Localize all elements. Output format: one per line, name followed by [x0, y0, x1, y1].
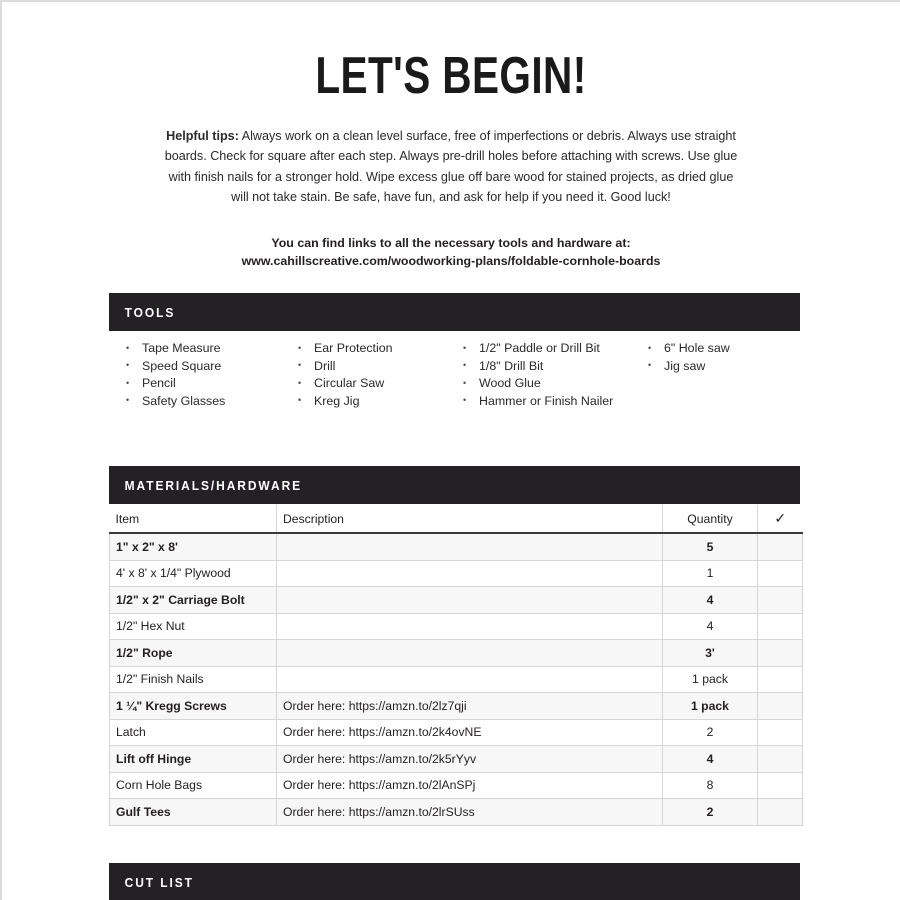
cell-description[interactable]: Order here: https://amzn.to/2lAnSPj	[276, 771, 663, 799]
cell-item: Gulf Tees	[109, 798, 277, 826]
table-row: 1" x 2" x 8' 5	[109, 532, 803, 561]
cell-item: Lift off Hinge	[109, 745, 277, 773]
cell-item: 1 ¼" Kregg Screws	[109, 692, 277, 720]
cell-item: 1/2" Finish Nails	[109, 665, 277, 693]
tool-item: Ear Protection	[294, 340, 459, 358]
cell-checkbox[interactable]	[757, 718, 803, 746]
tool-item: Jig saw	[644, 357, 784, 376]
cell-description	[276, 559, 663, 587]
tools-list: Tape Measure Speed Square Pencil Safety …	[122, 340, 802, 410]
section-header-tools-label: TOOLS	[124, 304, 176, 320]
tool-item: Wood Glue	[459, 375, 644, 393]
cell-checkbox[interactable]	[757, 559, 803, 587]
tools-column-3-list: 1/2" Paddle or Drill Bit 1/8" Drill Bit …	[459, 340, 644, 410]
table-header-row: Item Description Quantity ✓	[109, 505, 803, 534]
tool-item: 1/8" Drill Bit	[459, 357, 644, 376]
section-header-materials-label: MATERIALS/HARDWARE	[124, 477, 303, 493]
table-row: Lift off Hinge Order here: https://amzn.…	[109, 745, 803, 773]
section-header-cutlist-label: CUT LIST	[124, 874, 194, 890]
section-header-cutlist: CUT LIST	[109, 863, 800, 900]
checkmark-icon: ✓	[757, 505, 803, 534]
tools-column-4: 6" Hole saw Jig saw	[644, 340, 784, 410]
cell-quantity: 1 pack	[662, 692, 758, 720]
cell-description	[276, 612, 663, 640]
cell-item: Corn Hole Bags	[109, 771, 277, 799]
cell-item: 1" x 2" x 8'	[109, 532, 277, 561]
tools-column-4-list: 6" Hole saw Jig saw	[644, 340, 784, 375]
table-row: Corn Hole Bags Order here: https://amzn.…	[109, 771, 803, 799]
cell-description[interactable]: Order here: https://amzn.to/2k5rYyv	[276, 745, 663, 773]
cell-checkbox[interactable]	[757, 532, 803, 561]
tools-column-2: Ear Protection Drill Circular Saw Kreg J…	[294, 340, 459, 410]
cell-checkbox[interactable]	[757, 771, 803, 799]
tools-column-2-list: Ear Protection Drill Circular Saw Kreg J…	[294, 340, 459, 410]
tool-item: Tape Measure	[122, 340, 294, 358]
cell-quantity: 3'	[662, 639, 758, 667]
cell-checkbox[interactable]	[757, 612, 803, 640]
cell-item: 1/2" Hex Nut	[109, 612, 277, 640]
helpful-tips-body: Always work on a clean level surface, fr…	[164, 129, 738, 205]
cell-quantity: 2	[662, 798, 758, 826]
cell-quantity: 4	[662, 745, 758, 773]
tool-item: Speed Square	[122, 357, 294, 376]
materials-table: Item Description Quantity ✓ 1" x 2" x 8'…	[109, 505, 803, 826]
tool-item: Hammer or Finish Nailer	[459, 392, 644, 411]
tool-item: Pencil	[122, 375, 294, 393]
table-row: 1/2" x 2" Carriage Bolt 4	[109, 586, 803, 614]
cell-description	[276, 532, 663, 561]
cell-checkbox[interactable]	[757, 639, 803, 667]
table-row: 1/2" Rope 3'	[109, 639, 803, 667]
tools-column-1-list: Tape Measure Speed Square Pencil Safety …	[122, 340, 294, 410]
table-row: Gulf Tees Order here: https://amzn.to/2l…	[109, 798, 803, 826]
cell-checkbox[interactable]	[757, 798, 803, 826]
cell-quantity: 4	[662, 612, 758, 640]
cell-description	[276, 639, 663, 667]
tools-column-1: Tape Measure Speed Square Pencil Safety …	[122, 340, 294, 410]
cell-quantity: 8	[662, 771, 758, 799]
materials-table-body: 1" x 2" x 8' 5 4' x 8' x 1/4" Plywood 1 …	[109, 532, 803, 826]
page-title: LET'S BEGIN!	[315, 47, 587, 105]
table-row: 1/2" Hex Nut 4	[109, 612, 803, 640]
column-header-quantity: Quantity	[662, 505, 758, 534]
tool-item: 6" Hole saw	[644, 340, 784, 358]
tool-item: Drill	[294, 357, 459, 376]
cell-checkbox[interactable]	[757, 692, 803, 720]
cell-item: Latch	[109, 718, 277, 746]
cell-checkbox[interactable]	[757, 665, 803, 693]
tool-item: 1/2" Paddle or Drill Bit	[459, 340, 644, 358]
helpful-tips-paragraph: Helpful tips: Always work on a clean lev…	[164, 126, 739, 208]
cell-quantity: 1 pack	[662, 665, 758, 693]
cell-description[interactable]: Order here: https://amzn.to/2lrSUss	[276, 798, 663, 826]
resource-links: You can find links to all the necessary …	[141, 234, 761, 271]
cell-checkbox[interactable]	[757, 745, 803, 773]
column-header-description: Description	[276, 505, 663, 534]
table-row: 1 ¼" Kregg Screws Order here: https://am…	[109, 692, 803, 720]
tool-item: Safety Glasses	[122, 392, 294, 411]
resource-links-url[interactable]: www.cahillscreative.com/woodworking-plan…	[141, 252, 761, 271]
section-header-tools: TOOLS	[109, 293, 800, 331]
tool-item: Kreg Jig	[294, 392, 459, 411]
cell-item: 1/2" x 2" Carriage Bolt	[109, 586, 277, 614]
cell-checkbox[interactable]	[757, 586, 803, 614]
cell-item: 4' x 8' x 1/4" Plywood	[109, 559, 277, 587]
cell-quantity: 4	[662, 586, 758, 614]
tool-item: Circular Saw	[294, 375, 459, 393]
cell-quantity: 2	[662, 718, 758, 746]
document-page: LET'S BEGIN! Helpful tips: Always work o…	[0, 0, 900, 900]
table-row: Latch Order here: https://amzn.to/2k4ovN…	[109, 718, 803, 746]
table-row: 4' x 8' x 1/4" Plywood 1	[109, 559, 803, 587]
table-row: 1/2" Finish Nails 1 pack	[109, 665, 803, 693]
cell-description	[276, 665, 663, 693]
cell-item: 1/2" Rope	[109, 639, 277, 667]
tools-column-3: 1/2" Paddle or Drill Bit 1/8" Drill Bit …	[459, 340, 644, 410]
cell-description[interactable]: Order here: https://amzn.to/2k4ovNE	[276, 718, 663, 746]
section-header-materials: MATERIALS/HARDWARE	[109, 466, 800, 504]
helpful-tips-label: Helpful tips:	[166, 129, 239, 143]
cell-description[interactable]: Order here: https://amzn.to/2lz7qji	[276, 692, 663, 720]
column-header-item: Item	[109, 505, 277, 534]
cell-quantity: 1	[662, 559, 758, 587]
cell-quantity: 5	[662, 532, 758, 561]
resource-links-intro: You can find links to all the necessary …	[271, 235, 631, 250]
cell-description	[276, 586, 663, 614]
